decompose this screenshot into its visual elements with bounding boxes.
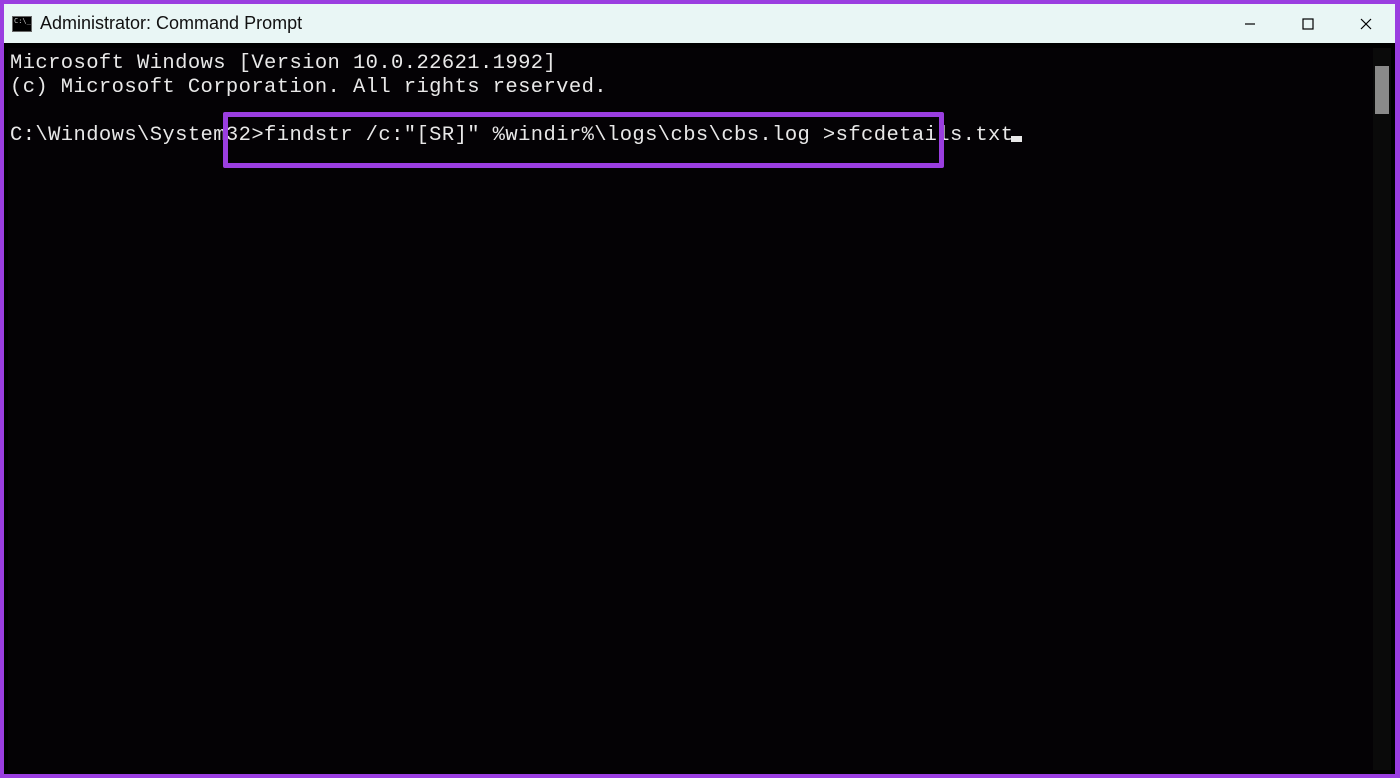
maximize-button[interactable]	[1279, 4, 1337, 43]
command-input[interactable]: findstr /c:"[SR]" %windir%\logs\cbs\cbs.…	[264, 124, 1013, 147]
terminal[interactable]: Microsoft Windows [Version 10.0.22621.19…	[8, 48, 1373, 770]
window-controls	[1221, 4, 1395, 43]
copyright-line: (c) Microsoft Corporation. All rights re…	[10, 76, 607, 99]
close-button[interactable]	[1337, 4, 1395, 43]
cmd-icon	[12, 16, 32, 32]
prompt-line: C:\Windows\System32>findstr /c:"[SR]" %w…	[10, 124, 1022, 147]
scrollbar-thumb[interactable]	[1375, 66, 1389, 114]
window-title: Administrator: Command Prompt	[40, 13, 302, 34]
titlebar-left: Administrator: Command Prompt	[4, 13, 302, 34]
window-frame: Administrator: Command Prompt Microsoft …	[2, 2, 1397, 776]
titlebar[interactable]: Administrator: Command Prompt	[4, 4, 1395, 44]
prompt: C:\Windows\System32>	[10, 124, 264, 147]
scrollbar-track[interactable]	[1373, 48, 1391, 770]
cursor	[1011, 136, 1022, 142]
version-line: Microsoft Windows [Version 10.0.22621.19…	[10, 52, 556, 75]
minimize-button[interactable]	[1221, 4, 1279, 43]
